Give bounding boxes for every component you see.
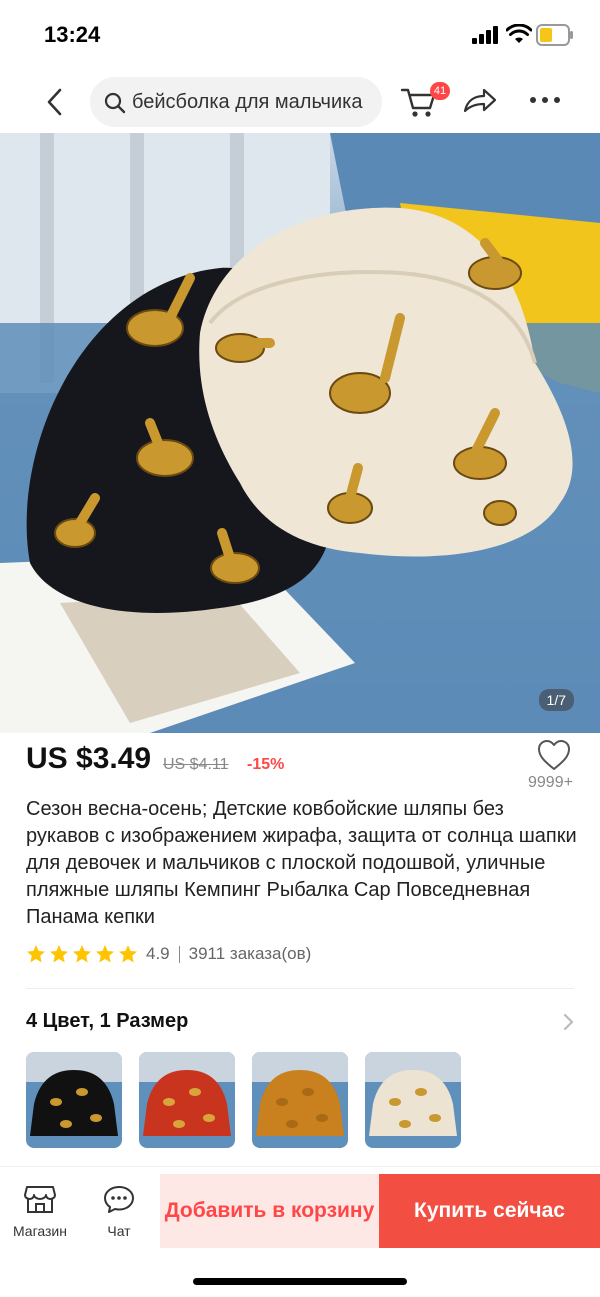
product-price: US $3.49 xyxy=(26,742,152,775)
buy-now-button[interactable]: Купить сейчас xyxy=(379,1174,600,1248)
store-button[interactable]: Магазин xyxy=(8,1184,72,1240)
chevron-right-icon[interactable] xyxy=(562,1012,576,1032)
star-icon xyxy=(119,945,137,963)
wishlist-count: 9999+ xyxy=(528,774,573,791)
discount-badge: -15% xyxy=(247,756,285,773)
back-icon[interactable] xyxy=(36,82,76,122)
section-divider xyxy=(26,988,574,989)
product-image-gallery[interactable]: 1/7 xyxy=(0,133,600,733)
variant-thumbnails xyxy=(26,1052,461,1148)
section-divider xyxy=(0,1166,600,1167)
original-price: US $4.11 xyxy=(163,756,229,773)
variant-thumbnail-orange[interactable] xyxy=(252,1052,348,1148)
wifi-icon xyxy=(506,24,532,43)
chat-button[interactable]: Чат xyxy=(94,1184,144,1240)
star-icon xyxy=(96,945,114,963)
rating-value: 4.9 xyxy=(146,944,170,963)
status-time: 13:24 xyxy=(44,22,101,47)
thumb-image xyxy=(26,1052,122,1148)
rating-row[interactable]: 4.9 3911 заказа(ов) xyxy=(26,942,311,966)
variant-thumbnail-black[interactable] xyxy=(26,1052,122,1148)
cart-count-badge: 41 xyxy=(430,82,450,100)
status-bar: 13:24 xyxy=(0,0,600,70)
orders-count: 3911 заказа(ов) xyxy=(188,944,312,963)
thumb-image xyxy=(365,1052,461,1148)
search-icon xyxy=(104,92,126,114)
product-photo xyxy=(0,133,600,733)
thumb-image xyxy=(252,1052,348,1148)
store-icon xyxy=(24,1186,56,1213)
search-query: бейсболка для мальчика xyxy=(132,91,363,113)
star-icon xyxy=(50,945,68,963)
chat-icon xyxy=(104,1186,134,1213)
variant-thumbnail-beige[interactable] xyxy=(365,1052,461,1148)
chat-label: Чат xyxy=(107,1223,131,1239)
share-icon[interactable] xyxy=(462,86,498,116)
star-icon xyxy=(73,945,91,963)
variants-title[interactable]: 4 Цвет, 1 Размер xyxy=(26,1010,188,1033)
top-nav: бейсболка для мальчика 41 xyxy=(0,72,600,132)
rating-divider xyxy=(178,945,180,963)
battery-icon xyxy=(536,24,573,46)
more-icon[interactable] xyxy=(528,90,562,110)
add-to-cart-button[interactable]: Добавить в корзину xyxy=(160,1174,379,1248)
star-icon xyxy=(27,945,45,963)
store-label: Магазин xyxy=(12,1223,67,1239)
home-indicator[interactable] xyxy=(193,1278,407,1285)
variant-thumbnail-red[interactable] xyxy=(139,1052,235,1148)
signal-icon xyxy=(472,26,498,44)
heart-icon[interactable] xyxy=(536,738,572,772)
search-input[interactable]: бейсболка для мальчика xyxy=(90,77,382,127)
rating-stars xyxy=(26,944,138,964)
product-title: Сезон весна-осень; Детские ковбойские шл… xyxy=(26,798,577,928)
thumb-image xyxy=(139,1052,235,1148)
image-counter: 1/7 xyxy=(538,689,574,711)
